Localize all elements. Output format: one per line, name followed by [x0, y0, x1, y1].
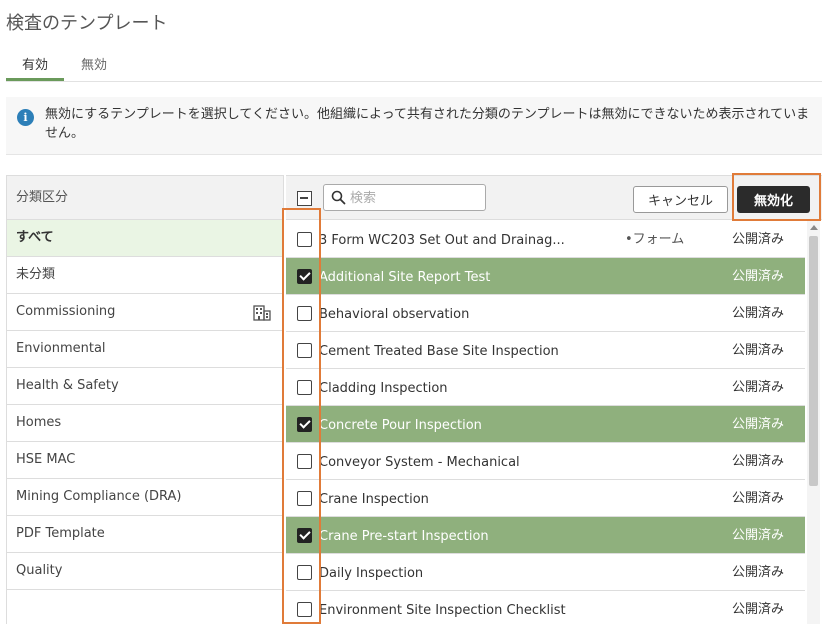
category-label: HSE MAC [16, 452, 76, 467]
template-row[interactable]: Cement Treated Base Site Inspection 公開済み [286, 332, 805, 369]
category-label: Commissioning [16, 304, 116, 319]
template-status: 公開済み [732, 232, 785, 247]
category-label: Mining Compliance (DRA) [16, 489, 182, 504]
category-item[interactable]: Homes [7, 405, 283, 442]
template-status: 公開済み [732, 565, 785, 580]
template-name: Conveyor System - Mechanical [319, 455, 520, 470]
template-row[interactable]: Crane Pre-start Inspection 公開済み [286, 517, 805, 554]
category-item[interactable]: すべて [7, 220, 283, 257]
template-name: 3 Form WC203 Set Out and Drainag... [319, 233, 565, 248]
search-input[interactable] [350, 188, 480, 208]
template-panel: キャンセル 無効化 3 Form WC203 Set Out and Drain… [286, 173, 822, 624]
category-label: Envionmental [16, 341, 106, 356]
template-status: 公開済み [732, 454, 785, 469]
category-item[interactable]: 未分類 [7, 257, 283, 294]
template-list: 3 Form WC203 Set Out and Drainag... •フォーム… [286, 221, 805, 624]
info-message: 無効にするテンプレートを選択してください。他組織によって共有された分類のテンプレ… [45, 107, 810, 141]
category-label: PDF Template [16, 526, 105, 541]
template-status: 公開済み [732, 380, 785, 395]
template-status: 公開済み [732, 491, 785, 506]
template-name: Additional Site Report Test [319, 270, 491, 285]
template-status: 公開済み [732, 306, 785, 321]
category-label: すべて [16, 230, 54, 245]
template-row[interactable]: Behavioral observation 公開済み [286, 295, 805, 332]
unchecked-checkbox[interactable] [297, 491, 312, 506]
category-item[interactable]: Quality [7, 553, 283, 590]
category-header: 分類区分 [7, 176, 283, 220]
template-name: Cladding Inspection [319, 381, 448, 396]
template-status: 公開済み [732, 343, 785, 358]
unchecked-checkbox[interactable] [297, 454, 312, 469]
template-status: 公開済み [732, 528, 785, 543]
checked-checkbox[interactable] [297, 269, 312, 284]
unchecked-checkbox[interactable] [297, 565, 312, 580]
template-name: Concrete Pour Inspection [319, 418, 482, 433]
building-icon [253, 305, 271, 321]
select-all-checkbox[interactable] [297, 191, 312, 206]
template-name: Behavioral observation [319, 307, 470, 322]
tab-bar: 有効 無効 [6, 50, 822, 82]
scroll-thumb[interactable] [809, 236, 818, 486]
template-tag: •フォーム [625, 232, 685, 247]
template-row[interactable]: Daily Inspection 公開済み [286, 554, 805, 591]
tab-enabled[interactable]: 有効 [6, 54, 65, 81]
template-toolbar: キャンセル 無効化 [286, 173, 822, 221]
template-row[interactable]: 3 Form WC203 Set Out and Drainag... •フォーム… [286, 221, 805, 258]
category-item[interactable]: Mining Compliance (DRA) [7, 479, 283, 516]
template-name: Cement Treated Base Site Inspection [319, 344, 559, 359]
template-name: Daily Inspection [319, 566, 424, 581]
checked-checkbox[interactable] [297, 528, 312, 543]
category-item[interactable]: PDF Template [7, 516, 283, 553]
unchecked-checkbox[interactable] [297, 343, 312, 358]
template-row[interactable]: Crane Inspection 公開済み [286, 480, 805, 517]
category-list: すべて未分類 Commissioning Envionmental Health & … [7, 220, 283, 590]
search-box [323, 184, 486, 211]
info-icon: i [17, 109, 34, 126]
unchecked-checkbox[interactable] [297, 306, 312, 321]
page-title: 検査のテンプレート [6, 13, 168, 34]
disable-button[interactable]: 無効化 [737, 186, 810, 213]
category-label: Health & Safety [16, 378, 119, 393]
category-label: Homes [16, 415, 62, 430]
template-status: 公開済み [732, 269, 785, 284]
template-row[interactable]: Cladding Inspection 公開済み [286, 369, 805, 406]
category-item[interactable]: HSE MAC [7, 442, 283, 479]
cancel-button[interactable]: キャンセル [633, 186, 728, 213]
category-label: 未分類 [16, 267, 56, 282]
category-item[interactable]: Health & Safety [7, 368, 283, 405]
template-name: Environment Site Inspection Checklist [319, 603, 566, 618]
checked-checkbox[interactable] [297, 417, 312, 432]
template-scrollbar[interactable] [807, 221, 820, 624]
template-name: Crane Pre-start Inspection [319, 529, 489, 544]
info-banner: i 無効にするテンプレートを選択してください。他組織によって共有された分類のテン… [6, 97, 822, 155]
template-status: 公開済み [732, 417, 785, 432]
scroll-up-arrow-icon[interactable] [810, 225, 818, 230]
unchecked-checkbox[interactable] [297, 380, 312, 395]
template-row[interactable]: Environment Site Inspection Checklist 公開済… [286, 591, 805, 624]
unchecked-checkbox[interactable] [297, 602, 312, 617]
template-row[interactable]: Additional Site Report Test 公開済み [286, 258, 805, 295]
category-item[interactable]: Envionmental [7, 331, 283, 368]
tab-disabled[interactable]: 無効 [81, 54, 107, 81]
template-status: 公開済み [732, 602, 785, 617]
category-panel: 分類区分 すべて未分類 Commissioning Envionmental Heal… [6, 175, 284, 624]
template-name: Crane Inspection [319, 492, 429, 507]
unchecked-checkbox[interactable] [297, 232, 312, 247]
category-label: Quality [16, 563, 63, 578]
template-row[interactable]: Conveyor System - Mechanical 公開済み [286, 443, 805, 480]
template-row[interactable]: Concrete Pour Inspection 公開済み [286, 406, 805, 443]
search-icon [331, 190, 346, 205]
category-item[interactable]: Commissioning [7, 294, 283, 331]
